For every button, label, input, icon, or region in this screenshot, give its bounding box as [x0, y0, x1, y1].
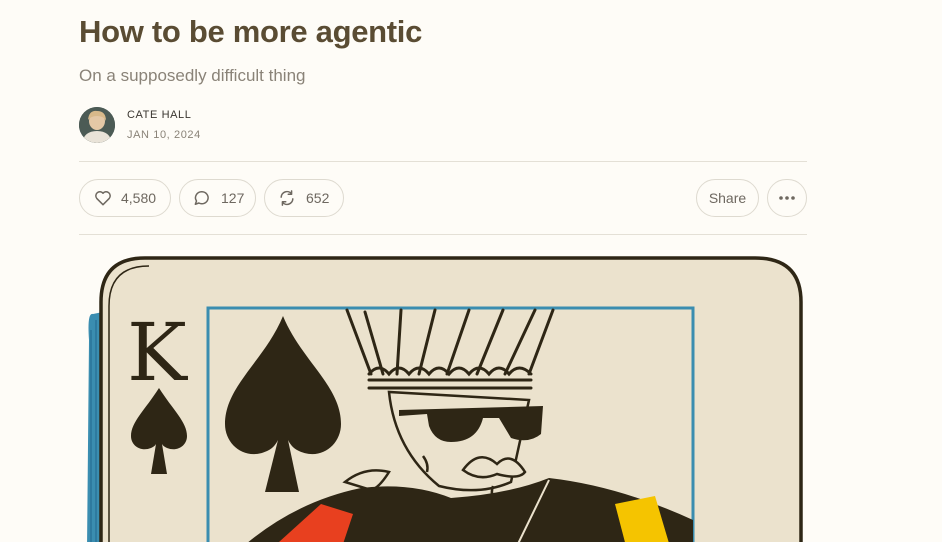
heart-icon: [95, 191, 111, 206]
more-options-button[interactable]: [767, 179, 807, 217]
restack-button[interactable]: 652: [264, 179, 344, 217]
share-button[interactable]: Share: [696, 179, 759, 217]
header-divider: [79, 161, 807, 162]
share-label: Share: [708, 190, 747, 206]
post-title: How to be more agentic: [79, 14, 423, 49]
post-hero-image: K: [79, 250, 819, 542]
king-of-spades-illustration: K: [87, 256, 803, 542]
moustache: [461, 456, 527, 479]
comment-button[interactable]: 127: [179, 179, 256, 217]
like-button[interactable]: 4,580: [79, 179, 171, 217]
author-name[interactable]: CATE HALL: [127, 109, 192, 121]
ellipsis-icon: [779, 196, 795, 200]
card-rank-label: K: [127, 306, 188, 399]
restack-count: 652: [306, 190, 330, 206]
like-count: 4,580: [121, 190, 157, 206]
author-photo: [79, 107, 115, 143]
post-subtitle: On a supposedly difficult thing: [79, 66, 306, 85]
author-avatar[interactable]: [79, 107, 115, 143]
comment-count: 127: [221, 190, 245, 206]
comment-icon: [194, 191, 209, 205]
actions-divider: [79, 234, 807, 235]
restack-icon: [280, 190, 294, 206]
post-date: JAN 10, 2024: [127, 129, 201, 141]
